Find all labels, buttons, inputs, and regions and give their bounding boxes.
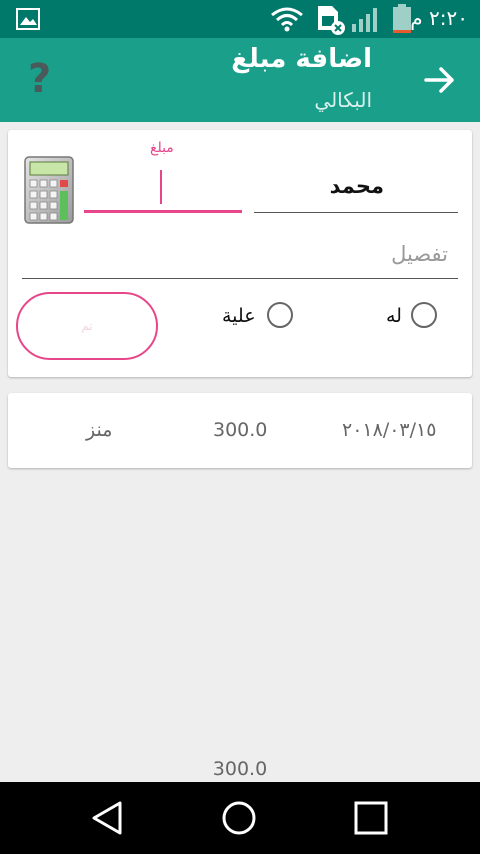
signal-icon: [352, 8, 377, 32]
back-nav-icon[interactable]: [90, 800, 126, 836]
radio-against-label: علية: [222, 305, 256, 327]
wifi-icon: [271, 7, 303, 32]
status-bar: ٢:٢٠ م: [0, 0, 480, 38]
status-time: ٢:٢٠ م: [410, 6, 468, 30]
sim-icon: [318, 6, 345, 35]
detail-input[interactable]: تفصيل: [22, 234, 458, 279]
total-amount: 300.0: [212, 758, 268, 780]
amount-input[interactable]: [84, 166, 242, 213]
recents-nav-icon[interactable]: [353, 800, 389, 836]
entry-date: ٢٠١٨/٠٣/١٥: [342, 419, 437, 441]
radio-for-label: له: [386, 305, 402, 327]
battery-icon: [393, 4, 411, 33]
image-icon: [16, 8, 40, 30]
detail-placeholder: تفصيل: [391, 242, 448, 266]
ok-button[interactable]: تم: [16, 292, 158, 360]
radio-against[interactable]: [267, 302, 293, 328]
home-nav-icon[interactable]: [221, 800, 257, 836]
name-input[interactable]: محمد: [254, 166, 458, 213]
help-button[interactable]: ?: [28, 56, 51, 102]
name-value: محمد: [329, 174, 384, 198]
calculator-icon[interactable]: [24, 156, 74, 224]
entries-list: ٢٠١٨/٠٣/١٥ 300.0 منز: [8, 393, 472, 468]
page-title: اضافة مبلغ: [231, 44, 372, 74]
app-bar: اضافة مبلغ البكالي ?: [0, 38, 480, 122]
list-item[interactable]: ٢٠١٨/٠٣/١٥ 300.0 منز: [8, 393, 472, 468]
entry-form-card: مبلغ محمد تفصيل له علية تم: [8, 130, 472, 377]
text-cursor: [160, 170, 162, 204]
back-arrow-icon[interactable]: [422, 62, 458, 98]
navigation-bar: [0, 782, 480, 854]
entry-type: منز: [86, 419, 113, 441]
entry-amount: 300.0: [213, 419, 268, 441]
page-subtitle: البكالي: [314, 88, 372, 112]
radio-for[interactable]: [411, 302, 437, 328]
amount-label: مبلغ: [150, 140, 174, 156]
